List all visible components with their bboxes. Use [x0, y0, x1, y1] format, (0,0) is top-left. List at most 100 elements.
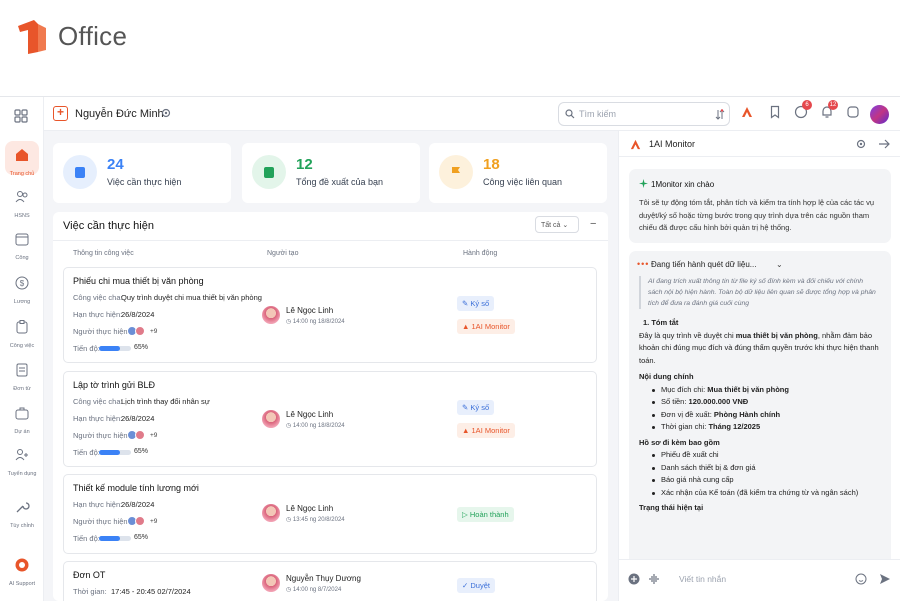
bookmark-icon[interactable] [768, 105, 782, 119]
notification-button[interactable]: 12 [820, 100, 838, 119]
item-value: Phòng Hành chính [713, 409, 781, 419]
ai-monitor-icon: ▲ [462, 426, 472, 435]
flag-icon-glyph [452, 167, 460, 178]
action-1ai-monitor[interactable]: ▲ 1AI Monitor [457, 319, 515, 334]
item-label: Thời gian chi: [661, 422, 709, 431]
field-label: Hạn thực hiện: [73, 500, 123, 509]
field-value: 26/8/2024 [121, 310, 155, 319]
item-label: Số tiền: [661, 397, 689, 406]
apps-grid-icon[interactable] [14, 109, 28, 123]
task-card[interactable]: Đơn OT Thời gian: 17:45 - 20:45 02/7/2024 N… [63, 561, 597, 601]
action-label: Hoàn thành [469, 510, 509, 519]
nav-item-1[interactable]: HSNS [0, 189, 44, 219]
content-item: Mục đích chi: Mua thiết bị văn phòng [639, 384, 887, 397]
document-item: Phiếu đề xuất chi [639, 449, 887, 462]
task-card[interactable]: Lập tờ trình gửi BLĐ Công việc cha: Lịch t… [63, 371, 597, 467]
nav-item-3[interactable]: $ Lương [0, 275, 44, 305]
nav-item-label: Dự án [14, 429, 30, 435]
search-input[interactable]: Tìm kiếm [558, 102, 730, 126]
content-item: Số tiền: 120.000.000 VNĐ [639, 396, 887, 409]
action-ký-số[interactable]: ✎ Ký số [457, 400, 495, 415]
progress-label: Tiến độ: [73, 344, 100, 353]
ai-monitor-icon[interactable] [740, 105, 754, 119]
chevron-down-icon[interactable]: ⌄ [776, 260, 783, 269]
sort-icon[interactable] [715, 109, 725, 120]
chat-button[interactable]: 6 [794, 100, 812, 119]
user-avatar[interactable] [870, 105, 889, 124]
home-icon [16, 149, 28, 161]
nav-item-7[interactable]: Tuyển dụng [0, 447, 44, 477]
stat-card[interactable]: 18 Công việc liên quan [429, 143, 607, 203]
nav-item-2[interactable]: Công [0, 231, 44, 261]
dollar-icon: $ [15, 276, 29, 290]
progress-bar [99, 346, 131, 351]
creator-avatar [262, 504, 280, 522]
task-title: Thiết kế module tính lương mới [73, 483, 199, 493]
arrow-right-icon[interactable] [878, 138, 890, 150]
nav-item-box: AI Support [0, 557, 44, 587]
nav-item-9[interactable]: AI Support [0, 557, 44, 587]
greeting-title: 1Monitor xin chào [651, 180, 715, 189]
nav-item-0[interactable]: Trang chủ [0, 141, 44, 177]
content-item: Thời gian chi: Tháng 12/2025 [639, 421, 887, 434]
add-button[interactable]: + [53, 106, 68, 121]
task-card[interactable]: Thiết kế module tính lương mới Hạn thực h… [63, 474, 597, 554]
nav-item-6[interactable]: Dự án [0, 405, 44, 435]
send-icon[interactable] [879, 573, 891, 585]
performer-more-count: +9 [150, 432, 158, 439]
performer-more-count: +9 [150, 518, 158, 525]
document-icon [16, 363, 28, 377]
task-title: Lập tờ trình gửi BLĐ [73, 380, 155, 390]
nav-item-5[interactable]: Đơn từ [0, 362, 44, 392]
action-hoàn-thành[interactable]: ▷ Hoàn thành [457, 507, 514, 522]
creator-avatar [262, 574, 280, 592]
stat-card[interactable]: 24 Việc cần thực hiện [53, 143, 231, 203]
creator-name: Nguyễn Thụy Dương [286, 574, 361, 583]
task-card[interactable]: Phiếu chi mua thiết bị văn phòng Công việ… [63, 267, 597, 363]
field-value: Lịch trình thay đổi nhân sự [121, 397, 210, 406]
settings-icon[interactable] [855, 138, 867, 150]
sparkle-icon [639, 179, 648, 188]
todo-panel: Việc cần thực hiện Tất cả ⌄ − Thông tin … [53, 212, 608, 601]
item-value: Mua thiết bị văn phòng [707, 384, 789, 394]
summary-highlight: mua thiết bị văn phòng [735, 330, 818, 340]
action-label: Ký số [470, 403, 490, 412]
stat-card[interactable]: 12 Tổng đề xuất của bạn [242, 143, 420, 203]
creator-name: Lê Ngọc Linh [286, 306, 334, 315]
action-duyệt[interactable]: ✓ Duyệt [457, 578, 495, 593]
search-placeholder: Tìm kiếm [579, 109, 616, 119]
wrench-icon [16, 502, 30, 513]
scan-quote: AI đang trích xuất thông tin từ file ký … [639, 276, 879, 309]
nav-item-8[interactable]: Tùy chỉnh [0, 499, 44, 529]
field-label: Thời gian: [73, 587, 107, 596]
progress-fill [99, 450, 120, 455]
nav-item-4[interactable]: Công việc [0, 319, 44, 349]
item-label: Mục đích chi: [661, 384, 708, 394]
brand-logo: Office [14, 14, 127, 58]
add-attachment-icon[interactable] [628, 573, 640, 585]
action-1ai-monitor[interactable]: ▲ 1AI Monitor [457, 423, 515, 438]
search-icon [565, 109, 575, 119]
filter-select[interactable]: Tất cả ⌄ [535, 216, 579, 233]
document-item: Danh sách thiết bị & đơn giá [639, 462, 887, 475]
file-text-icon [252, 155, 286, 189]
nav-item-label: Lương [13, 299, 31, 305]
voice-icon[interactable] [648, 573, 660, 585]
bell-badge: 12 [828, 100, 838, 110]
gear-icon[interactable] [160, 107, 172, 119]
summary-part: Đây là quy trình về duyệt chi [639, 330, 736, 340]
message-input[interactable]: Viết tin nhắn [679, 574, 726, 584]
play-icon: ▷ [462, 510, 470, 519]
briefcase-icon [15, 407, 29, 420]
main-content: 24 Việc cần thực hiện 12 Tổng đề xuất của b… [44, 131, 618, 601]
field-label: Công việc cha: [73, 293, 123, 302]
action-label: 1AI Monitor [471, 322, 510, 331]
collapse-button[interactable]: − [590, 218, 596, 230]
emoji-icon[interactable] [855, 573, 867, 585]
nav-item-label: Công việc [9, 343, 35, 349]
panel-title: Việc cần thực hiện [63, 220, 154, 232]
help-icon[interactable] [846, 105, 860, 119]
stat-value: 18 [483, 156, 500, 173]
progress-bar [99, 536, 131, 541]
action-ký-số[interactable]: ✎ Ký số [457, 296, 495, 311]
